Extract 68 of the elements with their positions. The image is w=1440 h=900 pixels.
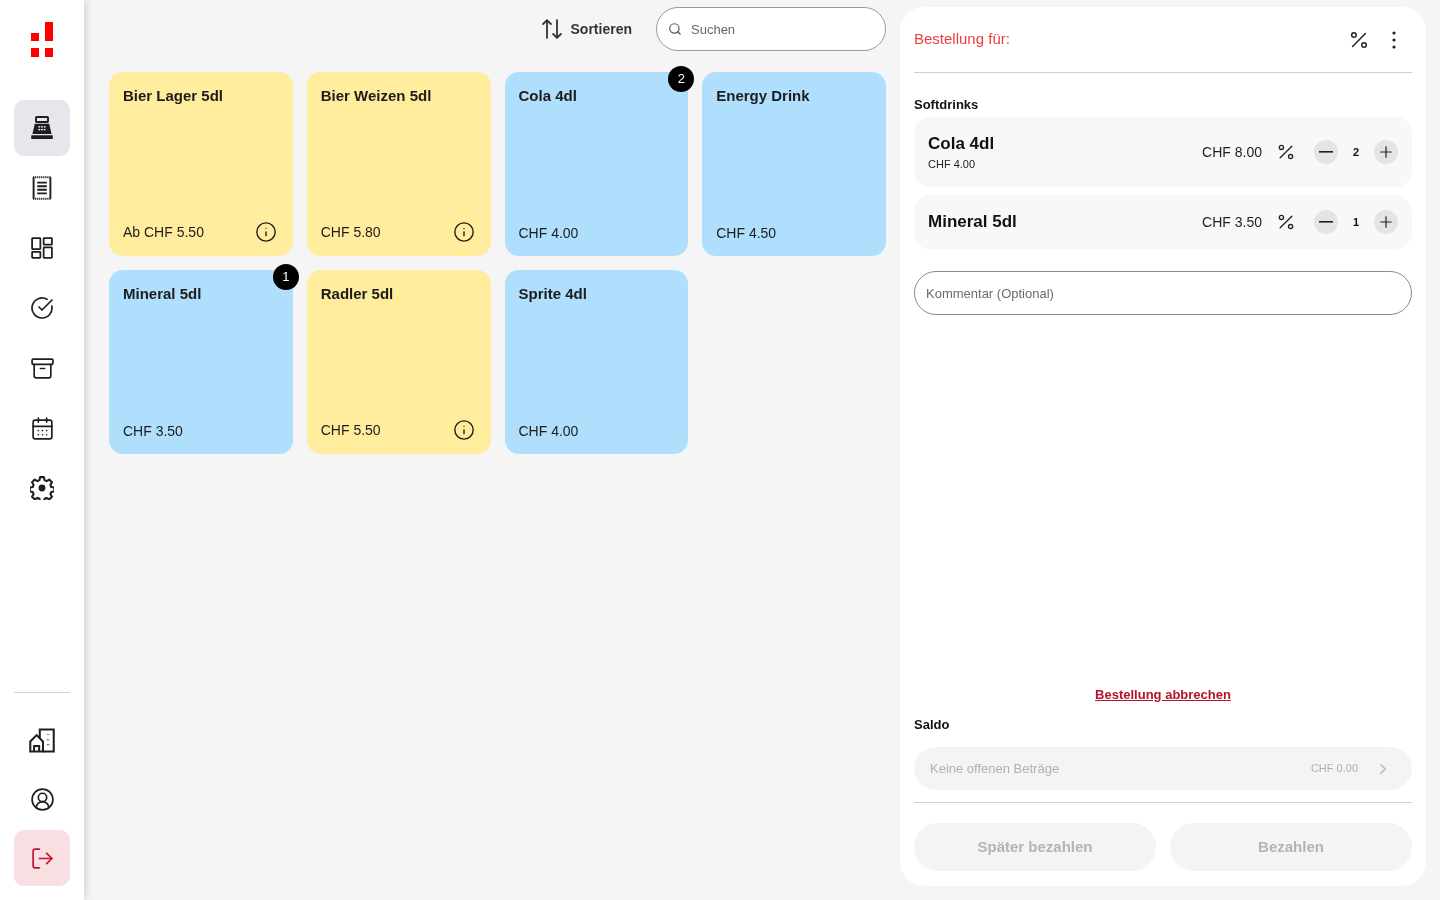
- product-name: Cola 4dl: [518, 86, 577, 106]
- balance-text: Keine offenen Beträge: [930, 759, 1060, 778]
- more-icon: [1392, 30, 1396, 49]
- info-icon[interactable]: [452, 419, 475, 441]
- product-price: CHF 4.00: [518, 224, 579, 243]
- unit-price: CHF 4.00: [928, 157, 976, 172]
- balance-label: Saldo: [914, 717, 950, 733]
- more-button[interactable]: [1392, 30, 1396, 49]
- search-field[interactable]: Suchen: [656, 7, 886, 51]
- percent-icon: [1276, 212, 1296, 232]
- check-circle-icon: [30, 296, 54, 320]
- minus-icon: [1319, 221, 1333, 223]
- sort-icon: [541, 19, 562, 39]
- count-badge: 2: [668, 66, 695, 92]
- plus-icon: [1377, 213, 1395, 231]
- product-tile[interactable]: Energy Drink CHF 4.50: [702, 72, 886, 256]
- product-price: CHF 5.50: [320, 421, 381, 440]
- product-tile[interactable]: Sprite 4dl CHF 4.00: [504, 270, 689, 454]
- product-price: CHF 3.50: [123, 422, 183, 441]
- increase-button[interactable]: [1374, 210, 1398, 234]
- discount-button[interactable]: [1276, 212, 1296, 232]
- product-name: Bier Weizen 5dl: [320, 86, 432, 106]
- minus-icon: [1319, 151, 1333, 153]
- decrease-button[interactable]: [1314, 140, 1338, 164]
- plus-icon: [1377, 143, 1395, 161]
- product-name: Sprite 4dl: [518, 284, 587, 304]
- dashboard-icon: [31, 237, 53, 259]
- logout-icon: [29, 845, 55, 871]
- logo-icon: [31, 22, 53, 57]
- settings-icon: [30, 476, 54, 500]
- product-tile[interactable]: Radler 5dl CHF 5.50: [306, 270, 491, 454]
- product-price: Ab CHF 5.50: [123, 223, 204, 242]
- product-price: CHF 4.50: [716, 224, 777, 243]
- order-title: Bestellung für:: [914, 29, 1010, 50]
- product-name: Mineral 5dl: [123, 284, 202, 304]
- item-name: Cola 4dl: [928, 133, 995, 155]
- info-icon[interactable]: [254, 221, 277, 243]
- percent-icon: [1276, 142, 1296, 162]
- cash-register-icon: [31, 116, 53, 140]
- item-total: CHF 8.00: [1202, 142, 1262, 162]
- cancel-order-link[interactable]: Bestellung abbrechen: [1095, 687, 1231, 703]
- balance-amount: CHF 0.00: [1310, 761, 1358, 777]
- discount-button[interactable]: [1276, 142, 1296, 162]
- product-tile[interactable]: Bier Weizen 5dl CHF 5.80: [306, 72, 491, 256]
- increase-button[interactable]: [1374, 140, 1398, 164]
- search-icon: [668, 22, 682, 36]
- product-name: Radler 5dl: [320, 284, 394, 304]
- product-name: Bier Lager 5dl: [123, 86, 224, 106]
- count-badge: 1: [272, 264, 299, 290]
- item-name: Mineral 5dl: [928, 211, 1017, 233]
- buildings-icon: [29, 727, 55, 753]
- sort-button[interactable]: Sortieren: [541, 18, 632, 40]
- info-icon[interactable]: [452, 221, 475, 243]
- item-total: CHF 3.50: [1202, 212, 1262, 232]
- comment-field[interactable]: Kommentar (Optional): [914, 271, 1412, 315]
- user-icon: [29, 786, 55, 812]
- product-price: CHF 4.00: [518, 422, 579, 441]
- group-label: Softdrinks: [914, 96, 979, 114]
- product-name: Energy Drink: [716, 86, 810, 106]
- item-quantity: 2: [1351, 144, 1361, 160]
- product-price: CHF 5.80: [320, 223, 381, 242]
- nav-button[interactable]: [14, 100, 70, 156]
- product-tile[interactable]: Bier Lager 5dl Ab CHF 5.50: [109, 72, 293, 256]
- archive-icon: [29, 355, 55, 381]
- item-quantity: 1: [1351, 214, 1361, 230]
- receipt-icon: [32, 176, 52, 200]
- calendar-icon: [29, 415, 55, 441]
- decrease-button[interactable]: [1314, 210, 1338, 234]
